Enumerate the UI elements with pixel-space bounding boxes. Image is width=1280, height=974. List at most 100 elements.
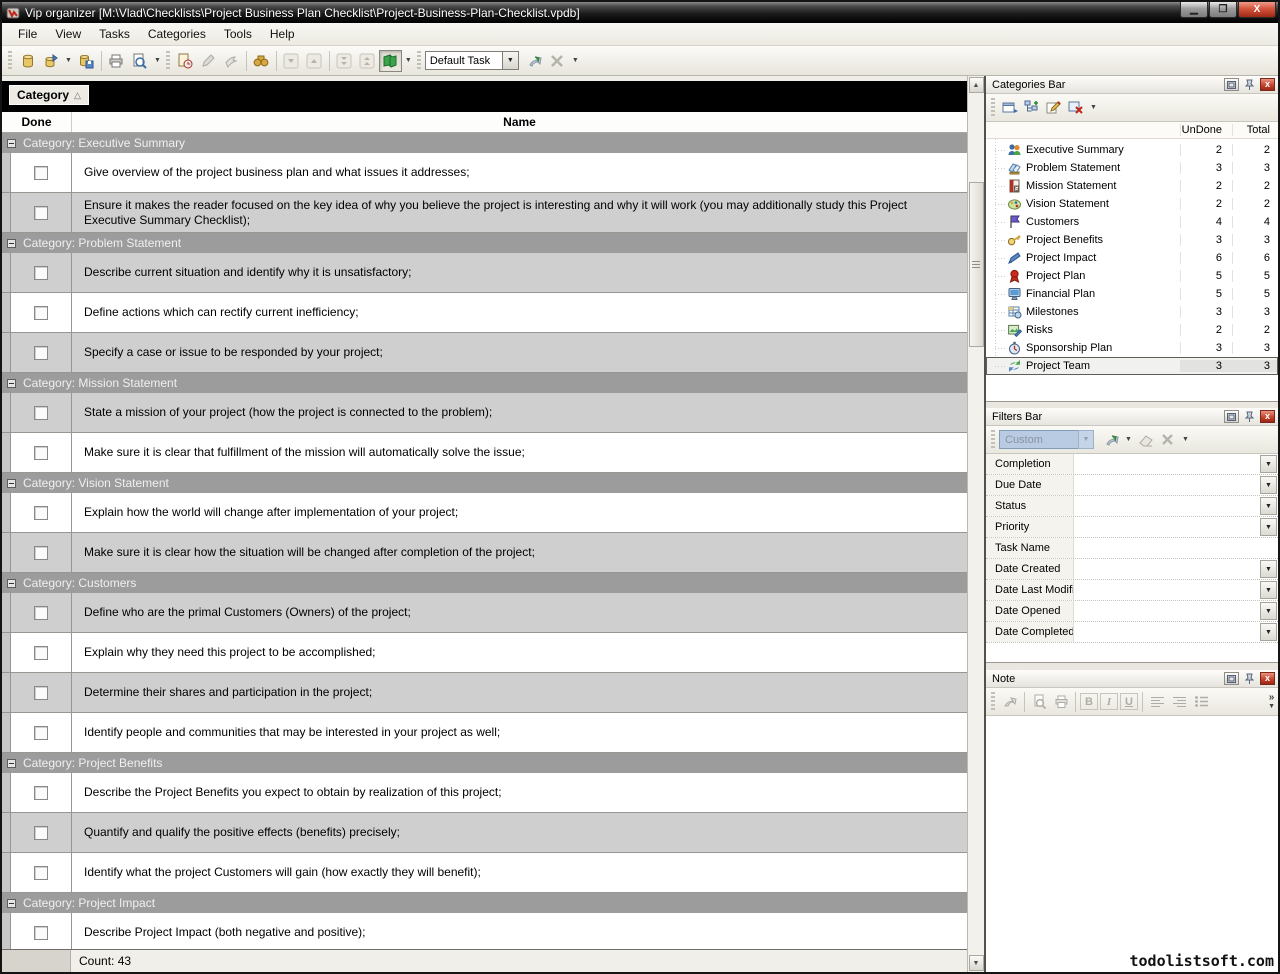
task-row[interactable]: State a mission of your project (how the… [2,393,967,433]
filter-preset-combobox[interactable]: Custom [999,430,1079,449]
category-item-financial-plan[interactable]: Financial Plan55 [986,285,1278,303]
default-task-combo-arrow[interactable]: ▼ [502,51,519,70]
filter-field-value[interactable] [1074,622,1260,642]
new-category-button[interactable] [999,97,1021,118]
filter-dropdown-button[interactable]: ▼ [1260,476,1277,494]
edit-category-button[interactable] [1043,97,1065,118]
default-task-combobox[interactable]: Default Task [425,51,503,70]
notes-panel-toggle-button[interactable] [379,50,402,72]
task-done-checkbox[interactable] [34,866,48,880]
new-task-button[interactable] [174,50,197,72]
categories-toolbar-dropdown[interactable]: ▼ [1087,104,1100,111]
filter-dropdown-button[interactable]: ▼ [1260,623,1277,641]
task-row[interactable]: Explain why they need this project to be… [2,633,967,673]
scroll-up-button[interactable]: ▲ [969,77,984,93]
filters-toolbar-dropdown[interactable]: ▼ [1179,436,1192,443]
filter-dropdown-button[interactable]: ▼ [1260,497,1277,515]
task-row[interactable]: Define who are the primal Customers (Own… [2,593,967,633]
filters-float-button[interactable] [1224,410,1239,423]
new-database-button[interactable] [16,50,39,72]
assign-task-button[interactable] [220,50,243,72]
task-row[interactable]: Describe Project Impact (both negative a… [2,913,967,949]
note-pin-button[interactable] [1242,672,1257,685]
collapse-group-icon[interactable] [7,139,16,148]
filter-field-value[interactable] [1074,601,1260,621]
task-row[interactable]: Define actions which can rectify current… [2,293,967,333]
task-row[interactable]: Identify people and communities that may… [2,713,967,753]
filter-dropdown-button[interactable]: ▼ [1260,560,1277,578]
collapse-group-icon[interactable] [7,899,16,908]
task-row[interactable]: Describe current situation and identify … [2,253,967,293]
filter-field-value[interactable] [1074,517,1260,537]
task-done-checkbox[interactable] [34,686,48,700]
menu-tools[interactable]: Tools [216,24,260,44]
task-row[interactable]: Identify what the project Customers will… [2,853,967,893]
category-item-customers[interactable]: Customers44 [986,213,1278,231]
task-done-checkbox[interactable] [34,406,48,420]
note-float-button[interactable] [1224,672,1239,685]
close-button[interactable]: X [1238,2,1276,18]
category-item-project-plan[interactable]: Project Plan55 [986,267,1278,285]
collapse-group-icon[interactable] [7,579,16,588]
restore-button[interactable]: ❐ [1209,2,1237,18]
toolbar-overflow-dropdown[interactable]: ▼ [569,57,582,64]
filter-dropdown-button[interactable]: ▼ [1260,455,1277,473]
edit-task-button[interactable] [197,50,220,72]
task-row[interactable]: Describe the Project Benefits you expect… [2,773,967,813]
task-list-scrollbar[interactable]: ▲ ▼ [967,76,984,972]
category-group-header[interactable]: Category: Project Impact [2,893,967,913]
category-item-risks[interactable]: Risks22 [986,321,1278,339]
category-item-mission-statement[interactable]: 5Mission Statement22 [986,177,1278,195]
filter-field-value[interactable] [1074,580,1260,600]
italic-button[interactable]: I [1100,693,1118,710]
filter-preset-combo-arrow[interactable]: ▼ [1078,430,1094,449]
print-button[interactable] [105,50,128,72]
print-dropdown[interactable]: ▼ [151,57,164,64]
task-done-checkbox[interactable] [34,546,48,560]
categories-float-button[interactable] [1224,78,1239,91]
print-preview-button[interactable] [128,50,151,72]
title-bar[interactable]: Vip organizer [M:\Vlad\Checklists\Projec… [2,2,1278,23]
filter-dropdown-button[interactable]: ▼ [1260,518,1277,536]
task-done-checkbox[interactable] [34,446,48,460]
delete-filter-button[interactable] [1157,429,1179,450]
filters-close-button[interactable]: x [1260,410,1275,423]
filters-pin-button[interactable] [1242,410,1257,423]
category-item-problem-statement[interactable]: Problem Statement33 [986,159,1278,177]
toolbar-grip[interactable] [417,51,421,71]
task-done-checkbox[interactable] [34,606,48,620]
category-group-header[interactable]: Category: Customers [2,573,967,593]
categories-close-button[interactable]: x [1260,78,1275,91]
category-group-header[interactable]: Category: Executive Summary [2,133,967,153]
category-group-header[interactable]: Category: Problem Statement [2,233,967,253]
toolbar-grip[interactable] [991,98,995,118]
note-toolbar-dropdown[interactable]: ▼ [1268,703,1275,710]
align-right-button[interactable] [1168,691,1190,712]
task-done-checkbox[interactable] [34,926,48,940]
task-done-checkbox[interactable] [34,266,48,280]
new-subcategory-button[interactable] [1021,97,1043,118]
task-row[interactable]: Make sure it is clear how the situation … [2,533,967,573]
notes-panel-dropdown[interactable]: ▼ [402,57,415,64]
filter-dropdown-button[interactable]: ▼ [1260,581,1277,599]
category-group-header[interactable]: Category: Project Benefits [2,753,967,773]
total-column-header[interactable]: Total [1232,124,1278,136]
task-row[interactable]: Make sure it is clear that fulfillment o… [2,433,967,473]
menu-file[interactable]: File [10,24,45,44]
column-header-name[interactable]: Name [72,112,967,132]
note-toolbar-overflow[interactable]: » [1269,693,1275,703]
menu-categories[interactable]: Categories [140,24,214,44]
toolbar-grip[interactable] [166,51,170,71]
scrollbar-thumb[interactable] [969,182,984,347]
underline-button[interactable]: U [1120,693,1138,710]
delete-task-button[interactable] [546,50,569,72]
toolbar-grip[interactable] [991,692,995,712]
save-database-button[interactable] [75,50,98,72]
group-by-category-button[interactable]: Category △ [9,85,89,105]
move-up-button[interactable] [303,50,326,72]
category-item-vision-statement[interactable]: Vision Statement22 [986,195,1278,213]
menu-help[interactable]: Help [262,24,303,44]
panel-splitter[interactable] [986,663,1278,670]
note-close-button[interactable]: x [1260,672,1275,685]
move-down-button[interactable] [280,50,303,72]
